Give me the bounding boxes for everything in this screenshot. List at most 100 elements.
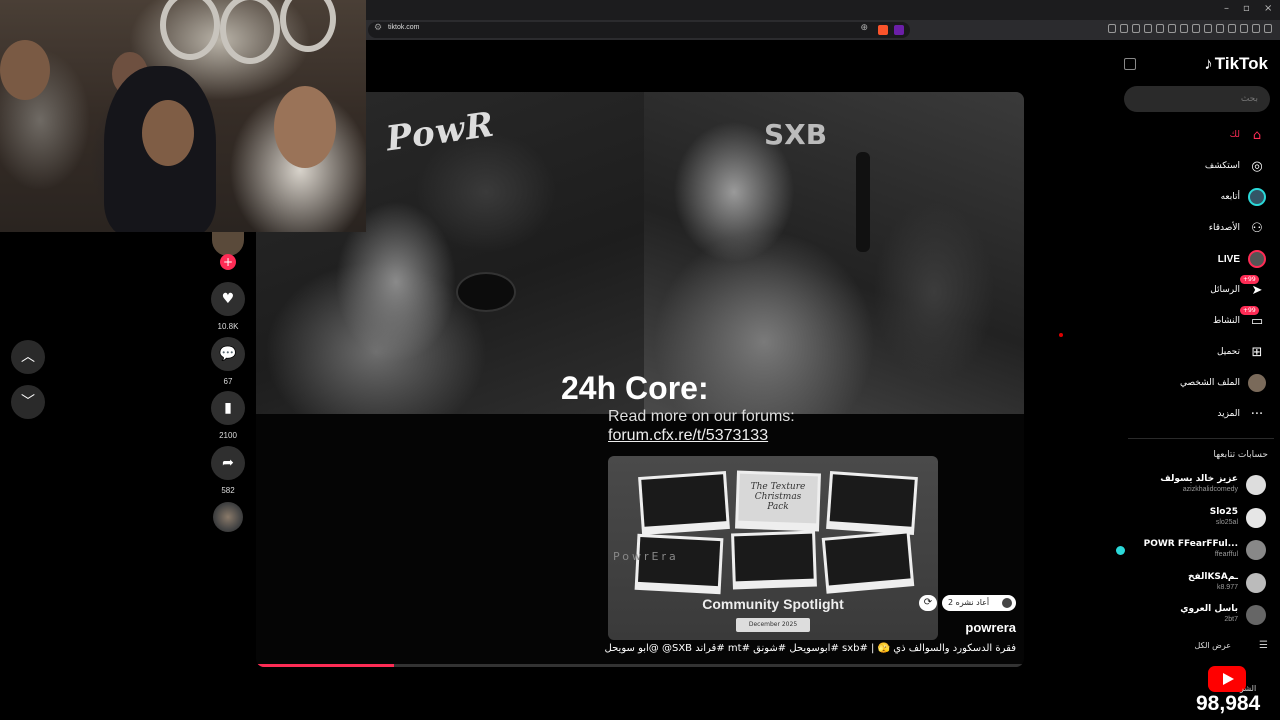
sidebar-collapse-icon[interactable] xyxy=(1124,58,1136,70)
video-caption: فقرة الدسكورد والسوالف ذي 🫣 | #sxb #ابوس… xyxy=(604,643,1016,654)
spotlight-texture-label: The Texture Christmas Pack xyxy=(750,482,806,512)
creator-avatar[interactable] xyxy=(212,232,244,256)
heart-icon[interactable]: ♥ xyxy=(211,282,245,316)
nav-following[interactable]: أتابعه xyxy=(1221,187,1266,207)
account-avatar xyxy=(1246,540,1266,560)
sxb-logo: SXB xyxy=(764,118,828,151)
extension-icon[interactable] xyxy=(1180,24,1188,33)
follow-plus-icon[interactable]: + xyxy=(220,254,236,270)
extension-icon[interactable] xyxy=(1192,24,1200,33)
brave-shields-icon[interactable] xyxy=(878,25,888,35)
like-action[interactable]: ♥ 10.8K xyxy=(211,282,245,331)
chevron-down-icon: ﹀ xyxy=(21,394,35,410)
account-handle: ffearfful xyxy=(1214,551,1238,558)
address-bar[interactable]: ⚙ tiktok.com ⊕ xyxy=(368,22,910,38)
messages-icon: ➤ +99 xyxy=(1240,275,1266,299)
url-text[interactable]: tiktok.com xyxy=(388,24,420,31)
nav-messages[interactable]: الرسائل ➤ +99 xyxy=(1210,275,1266,300)
minimize-icon[interactable]: – xyxy=(1224,3,1229,14)
nav-label: لك xyxy=(1229,130,1240,140)
brave-rewards-icon[interactable] xyxy=(894,25,904,35)
following-account[interactable]: باسل العروي 2bt7 xyxy=(1116,602,1266,628)
previous-video-button[interactable]: ︿ xyxy=(11,340,45,374)
maximize-icon[interactable]: ▫ xyxy=(1243,3,1250,14)
see-all-button[interactable]: عرض الكل ☰ xyxy=(1194,640,1268,651)
account-name: باسل العروي xyxy=(1180,604,1238,614)
site-info-icon[interactable]: ⚙ xyxy=(374,23,382,33)
nav-friends[interactable]: الأصدقاء ⚇ xyxy=(1209,218,1266,238)
extension-icon[interactable] xyxy=(1240,24,1248,33)
repost-icon[interactable]: ⟳ xyxy=(919,595,937,611)
nav-label: استكشف xyxy=(1204,161,1240,171)
video-forum-link: forum.cfx.re/t/5373133 xyxy=(608,427,769,444)
following-account[interactable]: Slo25 slo25al xyxy=(1116,505,1266,531)
nav-for-you[interactable]: لك ⌂ xyxy=(1230,125,1266,145)
nav-label: الملف الشخصي xyxy=(1180,378,1240,388)
following-account[interactable]: الفخKSAـم k8.977 xyxy=(1116,570,1266,596)
zoom-icon[interactable]: ⊕ xyxy=(860,23,868,33)
polaroid-photo xyxy=(731,530,817,590)
video-progress-fill xyxy=(256,664,395,667)
extension-icon[interactable] xyxy=(1168,24,1176,33)
balloon xyxy=(280,0,336,52)
nav-label: LIVE xyxy=(1217,253,1240,265)
next-video-button[interactable]: ﹀ xyxy=(11,385,45,419)
person xyxy=(142,100,194,166)
see-all-label: عرض الكل xyxy=(1194,641,1232,650)
polaroid-photo xyxy=(821,530,915,594)
nav-label: الأصدقاء xyxy=(1208,223,1240,233)
community-spotlight-card: The Texture Christmas Pack PowrEra Commu… xyxy=(608,456,938,640)
save-action[interactable]: ▮ 2100 xyxy=(211,391,245,440)
bookmark-icon[interactable]: ▮ xyxy=(211,391,245,425)
tiktok-logo[interactable]: ♪ TikTok xyxy=(1204,54,1268,74)
nav-explore[interactable]: استكشف ◎ xyxy=(1205,156,1266,176)
extension-icon[interactable] xyxy=(1252,24,1260,33)
microphone xyxy=(456,272,516,312)
extension-icon[interactable] xyxy=(1132,24,1140,33)
search-input[interactable] xyxy=(1124,86,1270,112)
extension-icon[interactable] xyxy=(1120,24,1128,33)
extension-icon[interactable] xyxy=(1108,24,1116,33)
reposted-by-pill[interactable]: 2 أعاد نشره xyxy=(942,595,1016,611)
video-frame-right xyxy=(644,92,1024,414)
nav-live[interactable]: LIVE xyxy=(1218,249,1266,269)
search-field[interactable] xyxy=(1124,86,1270,112)
following-account[interactable]: POWR FFearFFul... ffearfful xyxy=(1116,537,1266,563)
extension-icon[interactable] xyxy=(1228,24,1236,33)
account-handle: k8.977 xyxy=(1216,584,1238,591)
balloon xyxy=(220,0,280,64)
viewer-count: 98,984 xyxy=(1196,692,1261,715)
menu-icon[interactable] xyxy=(1264,24,1272,33)
close-icon[interactable]: × xyxy=(1264,3,1272,14)
video-author-username[interactable]: powrera xyxy=(965,620,1016,635)
nav-profile[interactable]: الملف الشخصي xyxy=(1180,373,1266,393)
extension-icon[interactable] xyxy=(1204,24,1212,33)
powrera-watermark: PowrEra xyxy=(613,550,679,563)
nav-label: أتابعه xyxy=(1220,192,1240,202)
comment-icon[interactable]: 💬 xyxy=(211,337,245,371)
video-headline: 24h Core: xyxy=(561,370,709,406)
account-name: POWR FFearFFul... xyxy=(1143,539,1238,549)
comment-action[interactable]: 💬 67 xyxy=(211,337,245,386)
following-account[interactable]: عزيز خالد يسولف azizkhalidcomedy xyxy=(1116,472,1266,498)
spotlight-title: Community Spotlight xyxy=(702,596,844,612)
nav-upload[interactable]: تحميل ⊞ xyxy=(1217,342,1266,362)
video-progress-bar[interactable] xyxy=(256,664,1024,667)
messages-badge: +99 xyxy=(1240,275,1259,284)
nav-label: الرسائل xyxy=(1210,285,1240,295)
nav-label: تحميل xyxy=(1216,347,1240,357)
extension-icon[interactable] xyxy=(1144,24,1152,33)
share-icon[interactable]: ➦ xyxy=(211,446,245,480)
microphone xyxy=(856,152,870,252)
nav-more[interactable]: المزيد ··· xyxy=(1217,404,1266,424)
extension-icon[interactable] xyxy=(1216,24,1224,33)
sound-disc[interactable] xyxy=(213,502,243,532)
activity-badge: +99 xyxy=(1240,306,1259,315)
comment-count: 67 xyxy=(223,377,233,386)
polaroid-photo xyxy=(638,471,730,535)
extension-icon[interactable] xyxy=(1156,24,1164,33)
home-icon: ⌂ xyxy=(1252,127,1262,143)
nav-activity[interactable]: النشاط ▭ +99 xyxy=(1213,306,1266,331)
video-player[interactable]: PowR SXB 24h Core: Read more on our foru… xyxy=(256,92,1024,667)
share-action[interactable]: ➦ 582 xyxy=(211,446,245,495)
